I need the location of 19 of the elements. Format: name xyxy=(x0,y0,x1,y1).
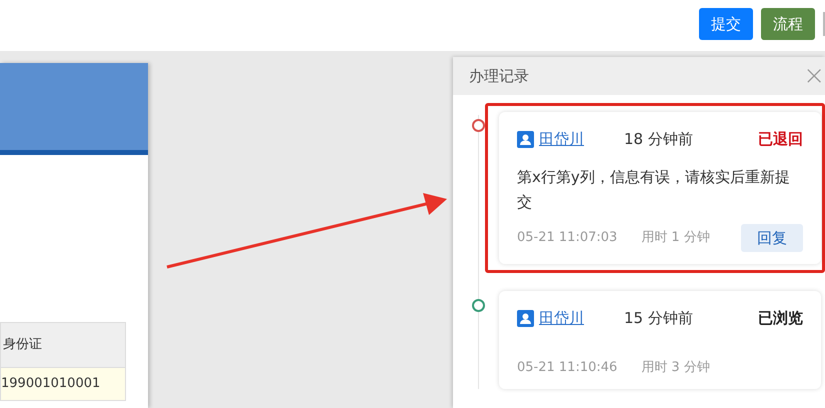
duration: 用时 3 分钟 xyxy=(641,358,710,376)
comment-text: 第x行第y列，信息有误，请核实后重新提交 xyxy=(517,166,791,213)
reply-button[interactable]: 回复 xyxy=(741,224,803,252)
duration: 用时 1 分钟 xyxy=(641,229,710,247)
toolbar-button[interactable]: 流程 xyxy=(761,8,815,40)
toolbar-button[interactable]: 提交 xyxy=(699,8,753,40)
column-header: 身份证 xyxy=(0,322,126,368)
table-cell: 199001010001 xyxy=(0,368,126,400)
timestamp: 05-21 11:10:46 xyxy=(517,358,618,376)
status-label: 已浏览 xyxy=(758,308,803,329)
panel-title: 办理记录 xyxy=(469,66,529,87)
status-label: 已退回 xyxy=(758,129,803,150)
user-icon xyxy=(517,130,534,148)
user-icon xyxy=(517,310,534,327)
user-link[interactable]: 田岱川 xyxy=(539,307,584,330)
timestamp: 05-21 11:07:03 xyxy=(517,229,618,247)
user-link[interactable]: 田岱川 xyxy=(539,128,584,150)
elapsed-time: 18 分钟前 xyxy=(624,129,693,150)
elapsed-time: 15 分钟前 xyxy=(624,308,693,329)
